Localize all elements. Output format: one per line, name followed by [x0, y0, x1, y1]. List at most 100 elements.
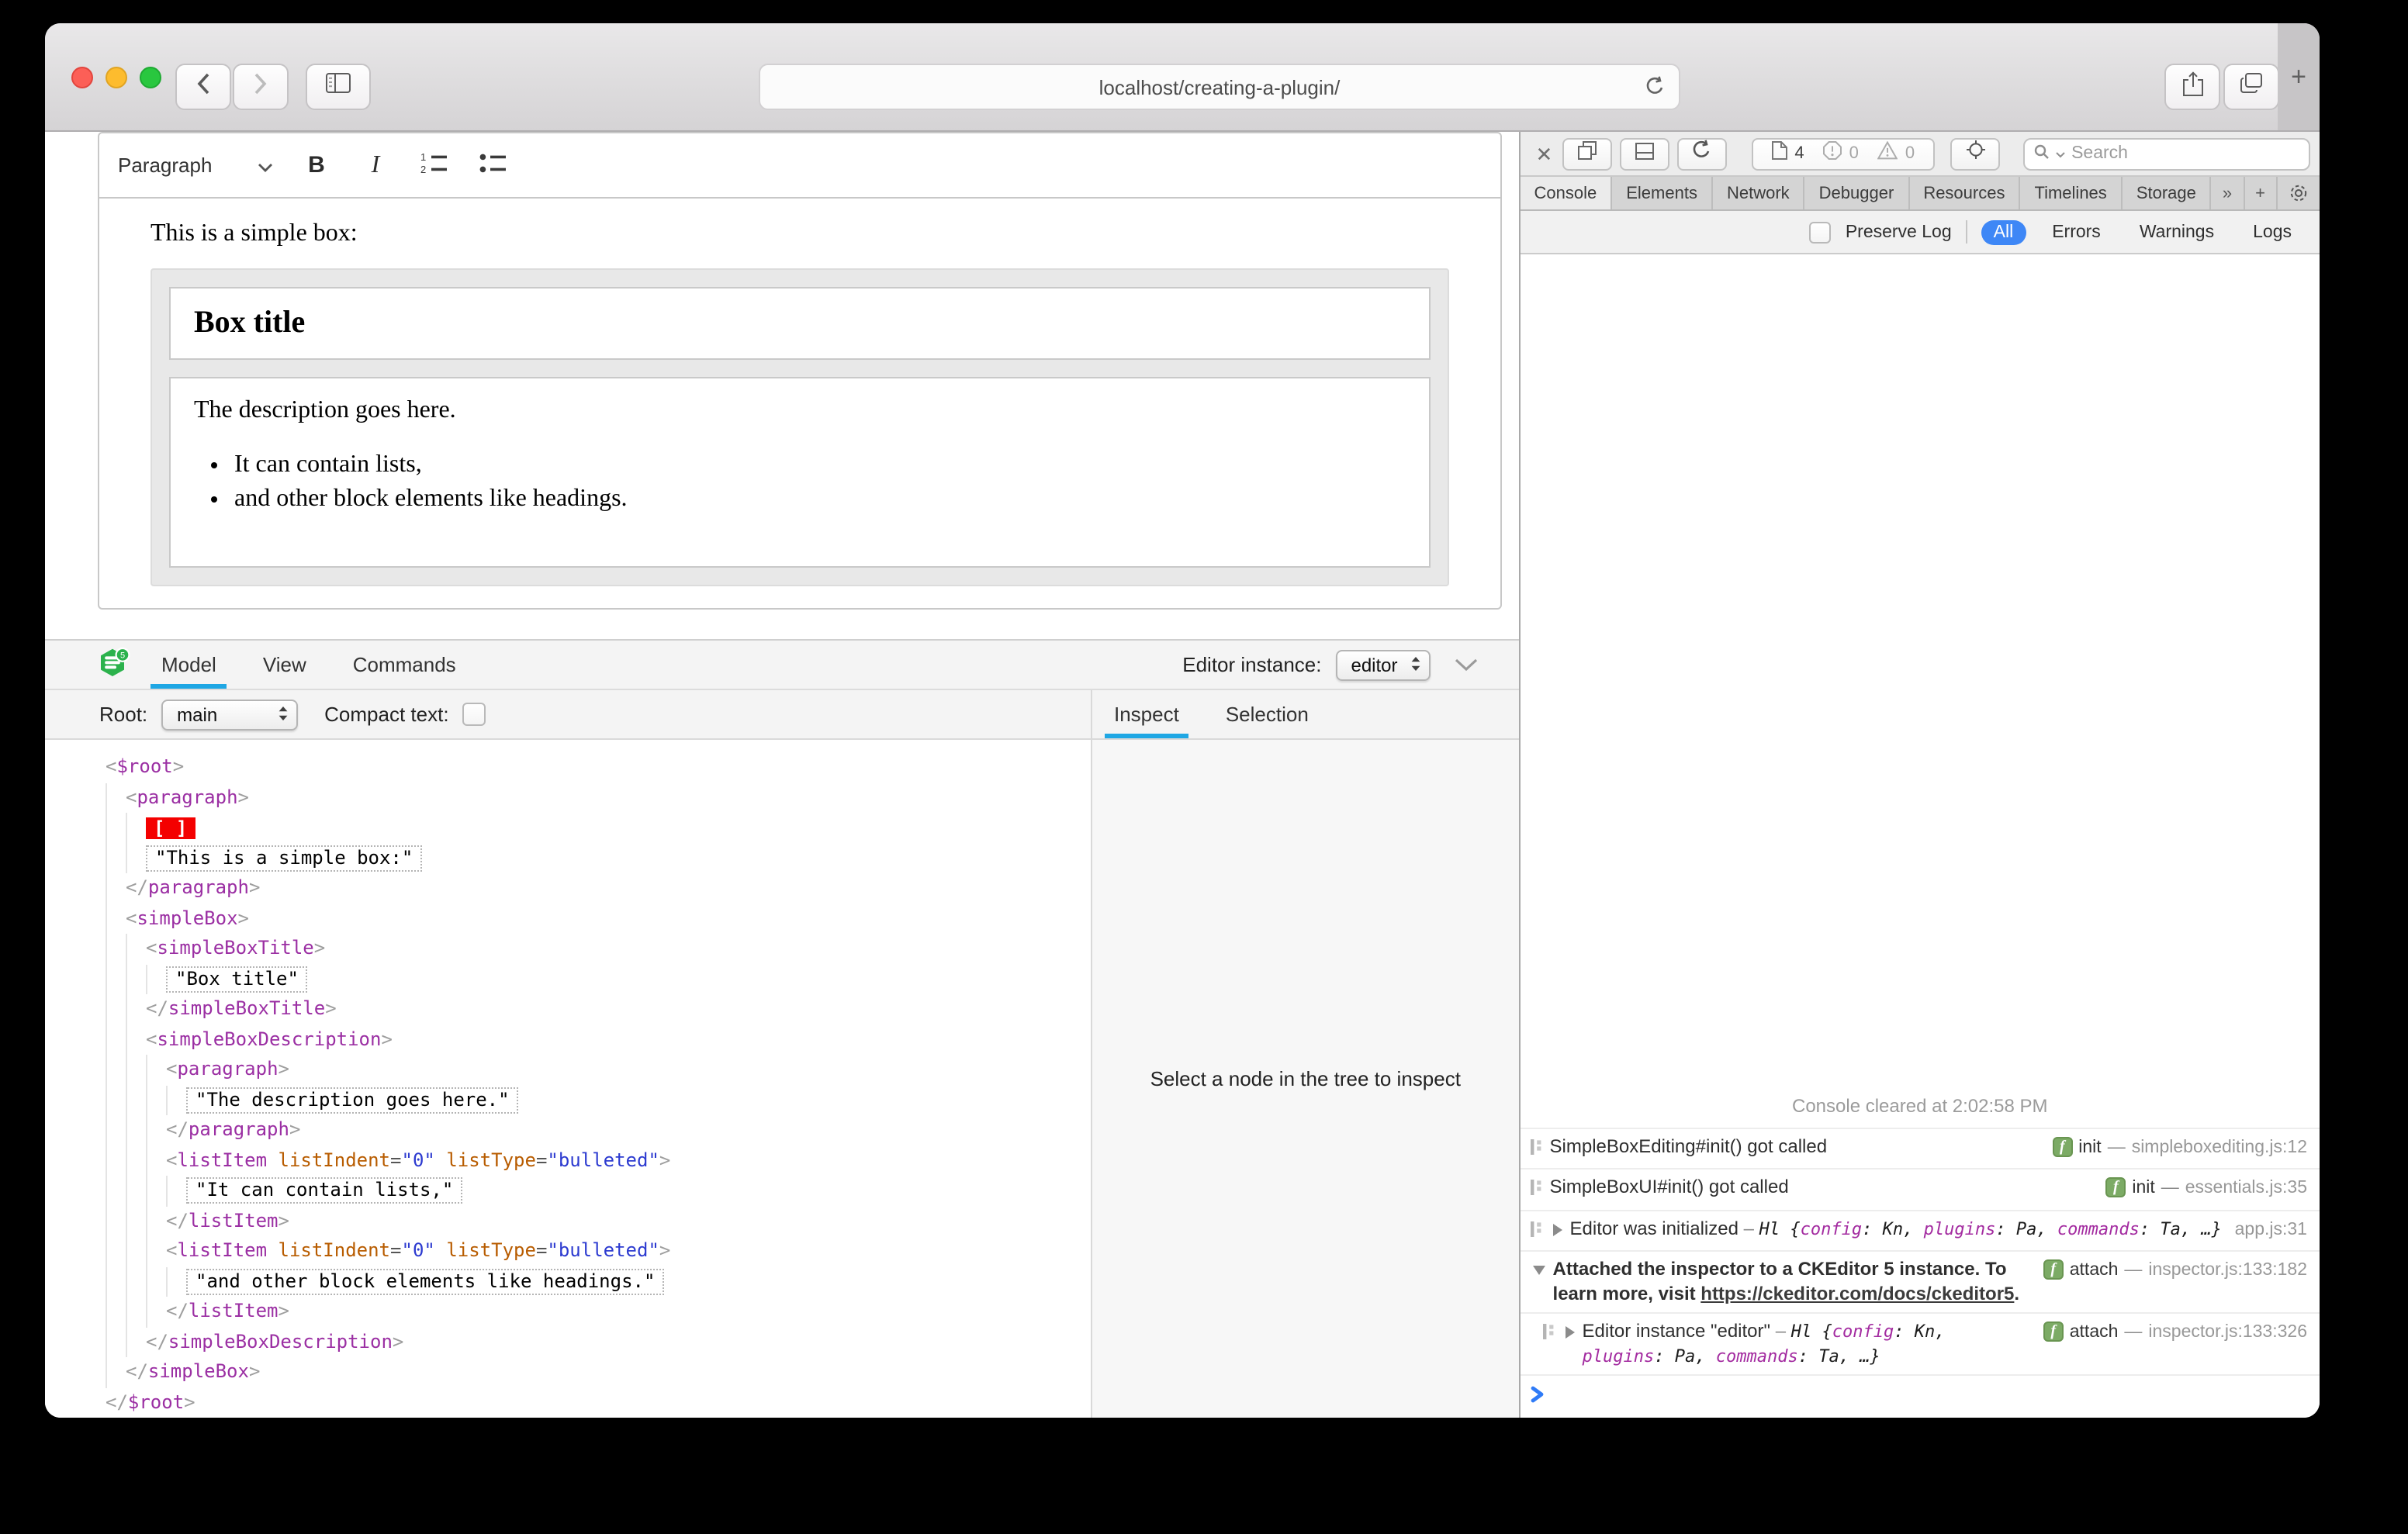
- editor-editable[interactable]: This is a simple box: Box title The desc…: [99, 220, 1500, 586]
- description-paragraph[interactable]: The description goes here.: [194, 397, 1406, 425]
- address-bar[interactable]: localhost/creating-a-plugin/: [759, 64, 1680, 110]
- tab-timelines[interactable]: Timelines: [2020, 177, 2123, 209]
- tree-row-listItem[interactable]: </listItem>: [106, 1206, 1091, 1236]
- forward-button[interactable]: [233, 64, 289, 110]
- console-prompt[interactable]: [1521, 1376, 2320, 1418]
- tree-row-$root[interactable]: <$root>: [106, 752, 1091, 783]
- web-inspector: ✕ 4 0 0 Search Console Elements Network …: [1520, 132, 2320, 1418]
- tree-row-simpleBox[interactable]: </simpleBox>: [106, 1357, 1091, 1387]
- tree-row-text[interactable]: "It can contain lists,": [106, 1176, 1091, 1206]
- disclosure-triangle[interactable]: [1532, 1266, 1545, 1275]
- side-tab-inspect[interactable]: Inspect: [1105, 690, 1188, 738]
- disclosure-triangle[interactable]: [1552, 1223, 1562, 1235]
- tab-debugger[interactable]: Debugger: [1805, 177, 1910, 209]
- tab-resources[interactable]: Resources: [1909, 177, 2021, 209]
- selection-marker: [ ]: [146, 817, 195, 839]
- compact-text-checkbox[interactable]: [462, 703, 486, 726]
- bold-button[interactable]: B: [298, 147, 335, 184]
- inspector-search-field[interactable]: Search: [2023, 137, 2310, 170]
- new-tab-button[interactable]: +: [2278, 23, 2320, 130]
- tab-elements[interactable]: Elements: [1612, 177, 1713, 209]
- heading-dropdown[interactable]: Paragraph: [118, 154, 273, 177]
- sidebar-button[interactable]: [306, 64, 371, 110]
- tree-row-simpleBoxTitle[interactable]: <simpleBoxTitle>: [106, 934, 1091, 964]
- add-tab-icon[interactable]: +: [2244, 177, 2278, 209]
- tab-console[interactable]: Console: [1520, 177, 1613, 209]
- file-link[interactable]: inspector.js:133:326: [2148, 1322, 2307, 1346]
- tree-text-node[interactable]: "Box title": [166, 966, 308, 993]
- file-link[interactable]: app.js:31: [2235, 1218, 2307, 1242]
- tree-row-simpleBoxDescription[interactable]: <simpleBoxDescription>: [106, 1024, 1091, 1055]
- tree-row-simpleBoxTitle[interactable]: </simpleBoxTitle>: [106, 994, 1091, 1024]
- tree-row-$root[interactable]: </$root>: [106, 1387, 1091, 1418]
- inspector-tab-commands[interactable]: Commands: [353, 641, 456, 689]
- ckeditor-logo: 5: [98, 647, 130, 682]
- tab-storage[interactable]: Storage: [2123, 177, 2212, 209]
- close-inspector-button[interactable]: ✕: [1536, 143, 1553, 164]
- undock-button[interactable]: [1562, 137, 1612, 170]
- disclosure-triangle[interactable]: [1565, 1326, 1575, 1339]
- document-count: 4: [1794, 144, 1804, 163]
- inspect-empty-message: Select a node in the tree to inspect: [1150, 1067, 1461, 1090]
- scope-warnings[interactable]: Warnings: [2127, 219, 2226, 244]
- editor-instance-select[interactable]: editor: [1335, 649, 1431, 680]
- tree-row-selection[interactable]: [ ]: [106, 813, 1091, 843]
- warning-triangle-icon: [1877, 140, 1898, 168]
- tab-network[interactable]: Network: [1713, 177, 1805, 209]
- settings-gear-icon[interactable]: [2278, 177, 2320, 209]
- tree-row-listItem[interactable]: <listItem listIndent="0" listType="bulle…: [106, 1145, 1091, 1176]
- scope-logs[interactable]: Logs: [2240, 219, 2304, 244]
- file-link[interactable]: essentials.js:35: [2185, 1177, 2307, 1201]
- tree-text-node[interactable]: "The description goes here.": [186, 1087, 519, 1114]
- resource-status-group[interactable]: 4 0 0: [1751, 137, 1936, 170]
- root-select[interactable]: main: [161, 699, 299, 730]
- share-button[interactable]: [2164, 64, 2220, 110]
- back-button[interactable]: [175, 64, 231, 110]
- close-traffic-light[interactable]: [71, 67, 93, 88]
- tree-row-text[interactable]: "The description goes here.": [106, 1085, 1091, 1115]
- zoom-traffic-light[interactable]: [140, 67, 161, 88]
- minimize-traffic-light[interactable]: [106, 67, 127, 88]
- tree-row-listItem[interactable]: </listItem>: [106, 1297, 1091, 1327]
- side-tab-selection[interactable]: Selection: [1216, 690, 1318, 738]
- preserve-log-checkbox[interactable]: [1809, 221, 1832, 243]
- simple-box-widget[interactable]: Box title The description goes here. It …: [150, 268, 1449, 586]
- overflow-chevrons-icon[interactable]: »: [2212, 177, 2245, 209]
- inspector-tab-model[interactable]: Model: [150, 641, 228, 689]
- collapse-chevron-icon[interactable]: [1454, 651, 1479, 679]
- list-item[interactable]: It can contain lists,: [234, 450, 1406, 479]
- bulleted-list-button[interactable]: [475, 147, 512, 184]
- tree-row-simpleBoxDescription[interactable]: </simpleBoxDescription>: [106, 1327, 1091, 1357]
- tree-row-text[interactable]: "Box title": [106, 964, 1091, 994]
- reload-page-button[interactable]: [1676, 137, 1727, 170]
- dock-bottom-button[interactable]: [1619, 137, 1669, 170]
- tree-row-simpleBox[interactable]: <simpleBox>: [106, 903, 1091, 934]
- tree-row-paragraph[interactable]: </paragraph>: [106, 1115, 1091, 1145]
- simple-box-title[interactable]: Box title: [169, 287, 1431, 360]
- element-picker-button[interactable]: [1950, 137, 2001, 170]
- editor-paragraph[interactable]: This is a simple box:: [150, 220, 1449, 248]
- file-link[interactable]: simpleboxediting.js:12: [2132, 1136, 2307, 1160]
- tree-row-listItem[interactable]: <listItem listIndent="0" listType="bulle…: [106, 1236, 1091, 1266]
- tree-row-text[interactable]: "This is a simple box:": [106, 843, 1091, 873]
- scope-all[interactable]: All: [1981, 219, 2026, 244]
- search-placeholder: Search: [2071, 144, 2128, 163]
- list-item[interactable]: and other block elements like headings.: [234, 484, 1406, 513]
- log-icon: [1530, 1179, 1544, 1203]
- tree-row-paragraph[interactable]: <paragraph>: [106, 783, 1091, 813]
- inspector-tab-view[interactable]: View: [263, 641, 306, 689]
- italic-button[interactable]: I: [357, 147, 394, 184]
- scope-errors[interactable]: Errors: [2040, 219, 2113, 244]
- simple-box-description[interactable]: The description goes here. It can contai…: [169, 377, 1431, 568]
- tree-text-node[interactable]: "This is a simple box:": [146, 845, 423, 872]
- tree-row-text[interactable]: "and other block elements like headings.…: [106, 1266, 1091, 1297]
- numbered-list-button[interactable]: 12: [416, 147, 453, 184]
- tree-row-paragraph[interactable]: <paragraph>: [106, 1055, 1091, 1085]
- tree-text-node[interactable]: "It can contain lists,": [186, 1177, 463, 1204]
- file-link[interactable]: inspector.js:133:182: [2148, 1259, 2307, 1284]
- tree-text-node[interactable]: "and other block elements like headings.…: [186, 1268, 665, 1295]
- tab-overview-button[interactable]: [2223, 64, 2279, 110]
- message-link[interactable]: https://ckeditor.com/docs/ckeditor5: [1700, 1282, 2014, 1304]
- reload-icon[interactable]: [1645, 76, 1665, 101]
- tree-row-paragraph[interactable]: </paragraph>: [106, 873, 1091, 903]
